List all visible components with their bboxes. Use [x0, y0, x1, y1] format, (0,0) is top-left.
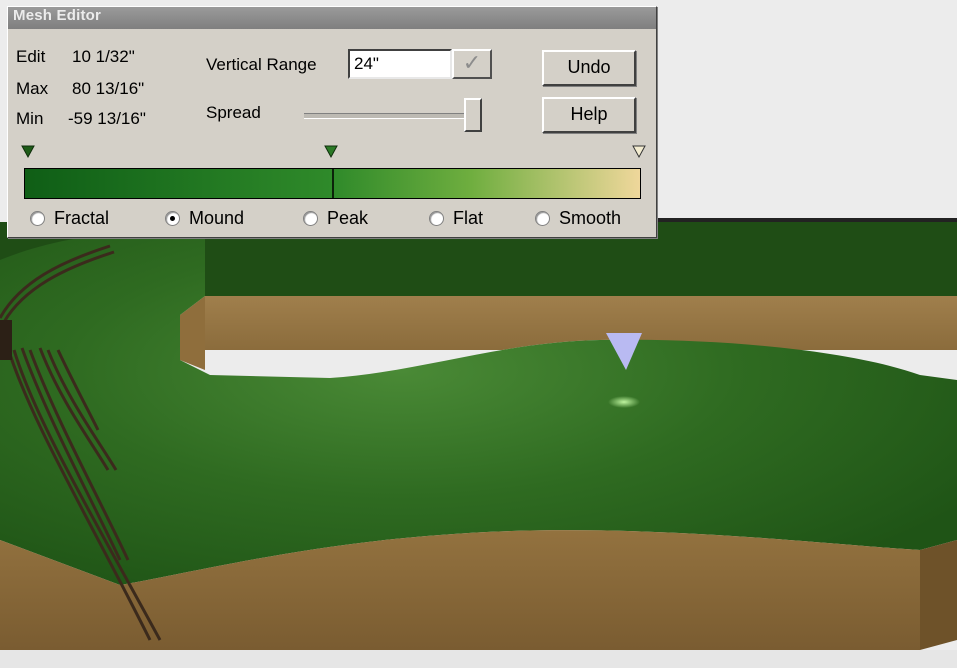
- radio-selected-dot: [170, 216, 175, 221]
- title-bar[interactable]: Mesh Editor: [8, 7, 656, 29]
- min-value: -59 13/16": [68, 109, 146, 128]
- floor: [0, 650, 957, 668]
- track-switch: [0, 320, 12, 360]
- edit-value: 10 1/32": [72, 47, 135, 66]
- cursor-highlight: [608, 396, 640, 408]
- gradient-marker-middle[interactable]: [324, 145, 338, 159]
- checkmark-icon: ✓: [462, 50, 482, 75]
- gradient-fill: [25, 169, 640, 198]
- radio-mound-label: Mound: [189, 208, 245, 228]
- radio-mound-circle[interactable]: [165, 211, 180, 226]
- radio-flat-circle[interactable]: [429, 211, 444, 226]
- vertical-range-label: Vertical Range: [206, 55, 317, 74]
- vertical-range-confirm-button[interactable]: ✓: [452, 49, 492, 79]
- radio-flat-label: Flat: [453, 208, 484, 228]
- vertical-range-input[interactable]: [348, 49, 452, 79]
- help-button[interactable]: Help: [542, 97, 636, 133]
- undo-button[interactable]: Undo: [542, 50, 636, 86]
- gradient-marker-left[interactable]: [21, 145, 35, 159]
- spread-label: Spread: [206, 103, 261, 122]
- radio-peak-circle[interactable]: [303, 211, 318, 226]
- edit-label: Edit: [16, 47, 46, 66]
- horizon-edge: [640, 218, 957, 222]
- radio-smooth-circle[interactable]: [535, 211, 550, 226]
- max-label: Max: [16, 79, 49, 98]
- radio-peak-label: Peak: [327, 208, 369, 228]
- radio-smooth-label: Smooth: [559, 208, 622, 228]
- min-label: Min: [16, 109, 44, 128]
- window-title: Mesh Editor: [13, 7, 102, 24]
- radio-fractal-label: Fractal: [54, 208, 110, 228]
- terrain-right-side: [920, 540, 957, 650]
- mesh-editor-dialog: Mesh Editor Edit 10 1/32" Max 80 13/16" …: [7, 6, 657, 238]
- elevation-gradient-bar[interactable]: [24, 168, 641, 199]
- max-value: 80 13/16": [72, 79, 145, 98]
- radio-fractal-circle[interactable]: [30, 211, 45, 226]
- spread-slider-thumb[interactable]: [463, 98, 482, 132]
- gradient-marker-right[interactable]: [632, 145, 646, 159]
- spread-slider-track[interactable]: [304, 113, 478, 119]
